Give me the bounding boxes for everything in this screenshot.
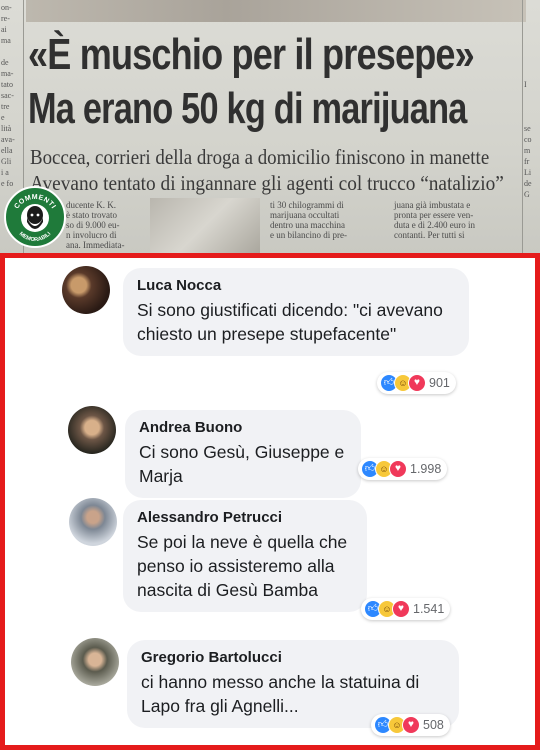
newspaper-subhead-2: Avevano tentato di ingannare gli agenti …: [30, 171, 504, 195]
reaction-count: 508: [423, 718, 444, 732]
comment-text: ci hanno messo anche la statuina di Lapo…: [141, 672, 420, 716]
love-reaction-icon: ♥: [402, 716, 420, 734]
newspaper-subhead-1: Boccea, corrieri della droga a domicilio…: [30, 145, 490, 169]
comment-author[interactable]: Andrea Buono: [139, 419, 347, 437]
newspaper-top-photo-strip: [26, 0, 526, 22]
avatar[interactable]: [71, 638, 119, 686]
newspaper-body-column-2: ti 30 chilogrammi di marijuana occultati…: [270, 200, 347, 240]
reaction-count: 1.998: [410, 462, 442, 476]
logo-text-bottom: MEMORABILI: [18, 231, 53, 243]
love-reaction-icon: ♥: [408, 374, 426, 392]
avatar[interactable]: [62, 266, 110, 314]
reactions-summary[interactable]: 👍︎ ☺ ♥ 508: [371, 714, 450, 736]
comment-text: Ci sono Gesù, Giuseppe e Marja: [139, 442, 345, 486]
comment-bubble: Luca Nocca Si sono giustificati dicendo:…: [123, 268, 469, 356]
comment-text: Se poi la neve è quella che penso io ass…: [137, 532, 348, 600]
reaction-count: 901: [429, 376, 450, 390]
commenti-memorabili-logo: COMMENTI MEMORABILI: [4, 186, 66, 248]
comment-text: Si sono giustificati dicendo: "ci avevan…: [137, 300, 443, 344]
love-reaction-icon: ♥: [392, 600, 410, 618]
newspaper-photo: [150, 198, 260, 253]
comment-author[interactable]: Luca Nocca: [137, 277, 455, 295]
newspaper-right-column: I se co m fr Li de G: [522, 0, 540, 253]
newspaper-body-column-3: juana già imbustata e pronta per essere …: [394, 200, 475, 240]
newspaper-body-column-1: ducente K. K. è stato trovato so di 9.00…: [66, 200, 125, 250]
reactions-summary[interactable]: 👍︎ ☺ ♥ 901: [377, 372, 456, 394]
comment-bubble: Andrea Buono Ci sono Gesù, Giuseppe e Ma…: [125, 410, 361, 498]
comment-bubble: Alessandro Petrucci Se poi la neve è que…: [123, 500, 367, 612]
newspaper-clipping: on- re- ai ma de ma- tato sac- tre e lit…: [0, 0, 540, 253]
reaction-count: 1.541: [413, 602, 445, 616]
avatar[interactable]: [69, 498, 117, 546]
reactions-summary[interactable]: 👍︎ ☺ ♥ 1.541: [361, 598, 451, 620]
reactions-summary[interactable]: 👍︎ ☺ ♥ 1.998: [358, 458, 448, 480]
love-reaction-icon: ♥: [389, 460, 407, 478]
svg-text:MEMORABILI: MEMORABILI: [18, 231, 53, 243]
comments-panel: Luca Nocca Si sono giustificati dicendo:…: [0, 253, 540, 750]
newspaper-headline-1: «È muschio per il presepe»: [28, 30, 475, 79]
comment-author[interactable]: Gregorio Bartolucci: [141, 649, 445, 667]
newspaper-headline-2: Ma erano 50 kg di marijuana: [28, 84, 467, 133]
avatar[interactable]: [68, 406, 116, 454]
comment-author[interactable]: Alessandro Petrucci: [137, 509, 353, 527]
